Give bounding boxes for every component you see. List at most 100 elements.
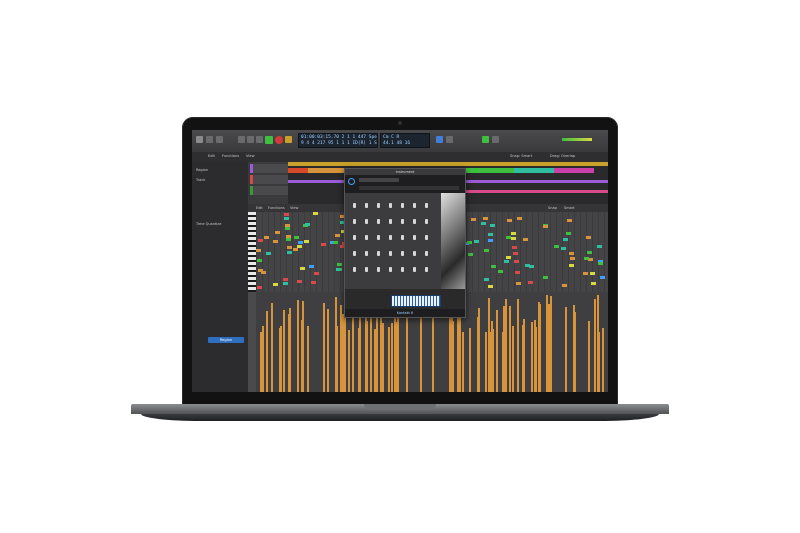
midi-note[interactable] [284,217,289,220]
midi-note[interactable] [488,233,493,236]
velocity-bar[interactable] [352,314,354,392]
articulation-icon[interactable] [401,235,404,240]
midi-note[interactable] [525,264,530,267]
midi-note[interactable] [507,219,512,222]
midi-note[interactable] [287,246,292,249]
midi-note[interactable] [333,241,338,244]
velocity-bar[interactable] [342,314,344,392]
midi-note[interactable] [506,256,511,259]
velocity-bar[interactable] [517,299,519,392]
articulation-icon[interactable] [425,203,428,208]
midi-note[interactable] [511,232,516,235]
articulation-icon[interactable] [377,219,380,224]
midi-note[interactable] [298,241,303,244]
pr-view[interactable]: View [290,206,298,210]
metronome-icon[interactable] [436,136,443,143]
midi-note[interactable] [554,245,559,248]
velocity-bar[interactable] [490,332,492,392]
piano-keys[interactable] [248,212,256,292]
articulation-icon[interactable] [413,267,416,272]
midi-note[interactable] [311,281,316,284]
power-icon[interactable] [348,178,355,185]
region[interactable] [554,168,594,173]
velocity-bar[interactable] [449,313,451,392]
timeline-ruler[interactable] [288,162,608,166]
midi-note[interactable] [506,236,511,239]
articulation-icon[interactable] [377,251,380,256]
loop-icon[interactable] [482,136,489,143]
midi-note[interactable] [286,238,291,241]
midi-note[interactable] [257,286,262,289]
midi-note[interactable] [321,243,326,246]
velocity-bar[interactable] [420,312,422,392]
midi-note[interactable] [591,282,596,285]
midi-note[interactable] [471,218,476,221]
midi-note[interactable] [297,280,302,283]
list-icon[interactable] [216,136,223,143]
midi-note[interactable] [300,267,305,270]
midi-note[interactable] [474,240,479,243]
articulation-icon[interactable] [401,203,404,208]
midi-note[interactable] [567,219,572,222]
velocity-bar[interactable] [602,328,604,392]
articulation-icon[interactable] [377,203,380,208]
velocity-bar[interactable] [531,322,533,392]
rewind-icon[interactable] [238,136,245,143]
articulation-icon[interactable] [353,235,356,240]
midi-note[interactable] [287,251,292,254]
snap-menu[interactable]: Snap: Smart [510,154,532,158]
velocity-bar[interactable] [262,326,264,392]
articulation-icon[interactable] [425,267,428,272]
midi-note[interactable] [563,238,568,241]
midi-note[interactable] [336,268,341,271]
midi-note[interactable] [587,251,592,254]
drag-menu[interactable]: Drag: Overlap [550,154,575,158]
articulation-icon[interactable] [353,267,356,272]
status-button[interactable]: Region [208,337,244,343]
library-icon[interactable] [196,136,203,143]
articulation-icon[interactable] [389,203,392,208]
articulation-icon[interactable] [413,235,416,240]
velocity-bar[interactable] [344,314,346,392]
midi-note[interactable] [257,259,262,262]
articulation-icon[interactable] [365,267,368,272]
inspector-track[interactable]: Track [196,178,205,182]
region[interactable] [464,190,608,193]
midi-note[interactable] [284,213,289,216]
velocity-bar[interactable] [594,299,596,392]
region[interactable] [288,168,308,173]
midi-note[interactable] [528,281,533,284]
articulation-icon[interactable] [377,235,380,240]
midi-note[interactable] [600,276,605,279]
articulation-icon[interactable] [353,203,356,208]
articulation-icon[interactable] [401,251,404,256]
plugin-window[interactable]: Instrument Kontakt 6 [344,168,466,318]
velocity-bar[interactable] [327,309,329,392]
articulation-icon[interactable] [401,219,404,224]
velocity-bar[interactable] [395,322,397,392]
velocity-bar[interactable] [565,307,567,392]
midi-note[interactable] [483,217,488,220]
plugin-tabs[interactable] [359,186,459,190]
midi-note[interactable] [597,245,602,248]
velocity-bar[interactable] [380,307,382,392]
midi-note[interactable] [561,247,566,250]
velocity-bar[interactable] [370,313,372,392]
midi-note[interactable] [584,257,589,260]
midi-note[interactable] [523,238,528,241]
instrument-panel[interactable] [345,193,465,289]
pr-snap[interactable]: Snap [548,206,557,210]
articulation-icon[interactable] [353,251,356,256]
cycle-icon[interactable] [285,136,292,143]
midi-note[interactable] [313,212,318,215]
midi-note[interactable] [285,227,290,230]
midi-note[interactable] [490,224,495,227]
midi-note[interactable] [484,278,489,281]
velocity-bar[interactable] [302,301,304,392]
midi-note[interactable] [516,282,521,285]
midi-note[interactable] [491,265,496,268]
velocity-bar[interactable] [376,306,378,392]
midi-note[interactable] [583,272,588,275]
track-header[interactable] [250,186,289,195]
midi-note[interactable] [543,225,548,228]
